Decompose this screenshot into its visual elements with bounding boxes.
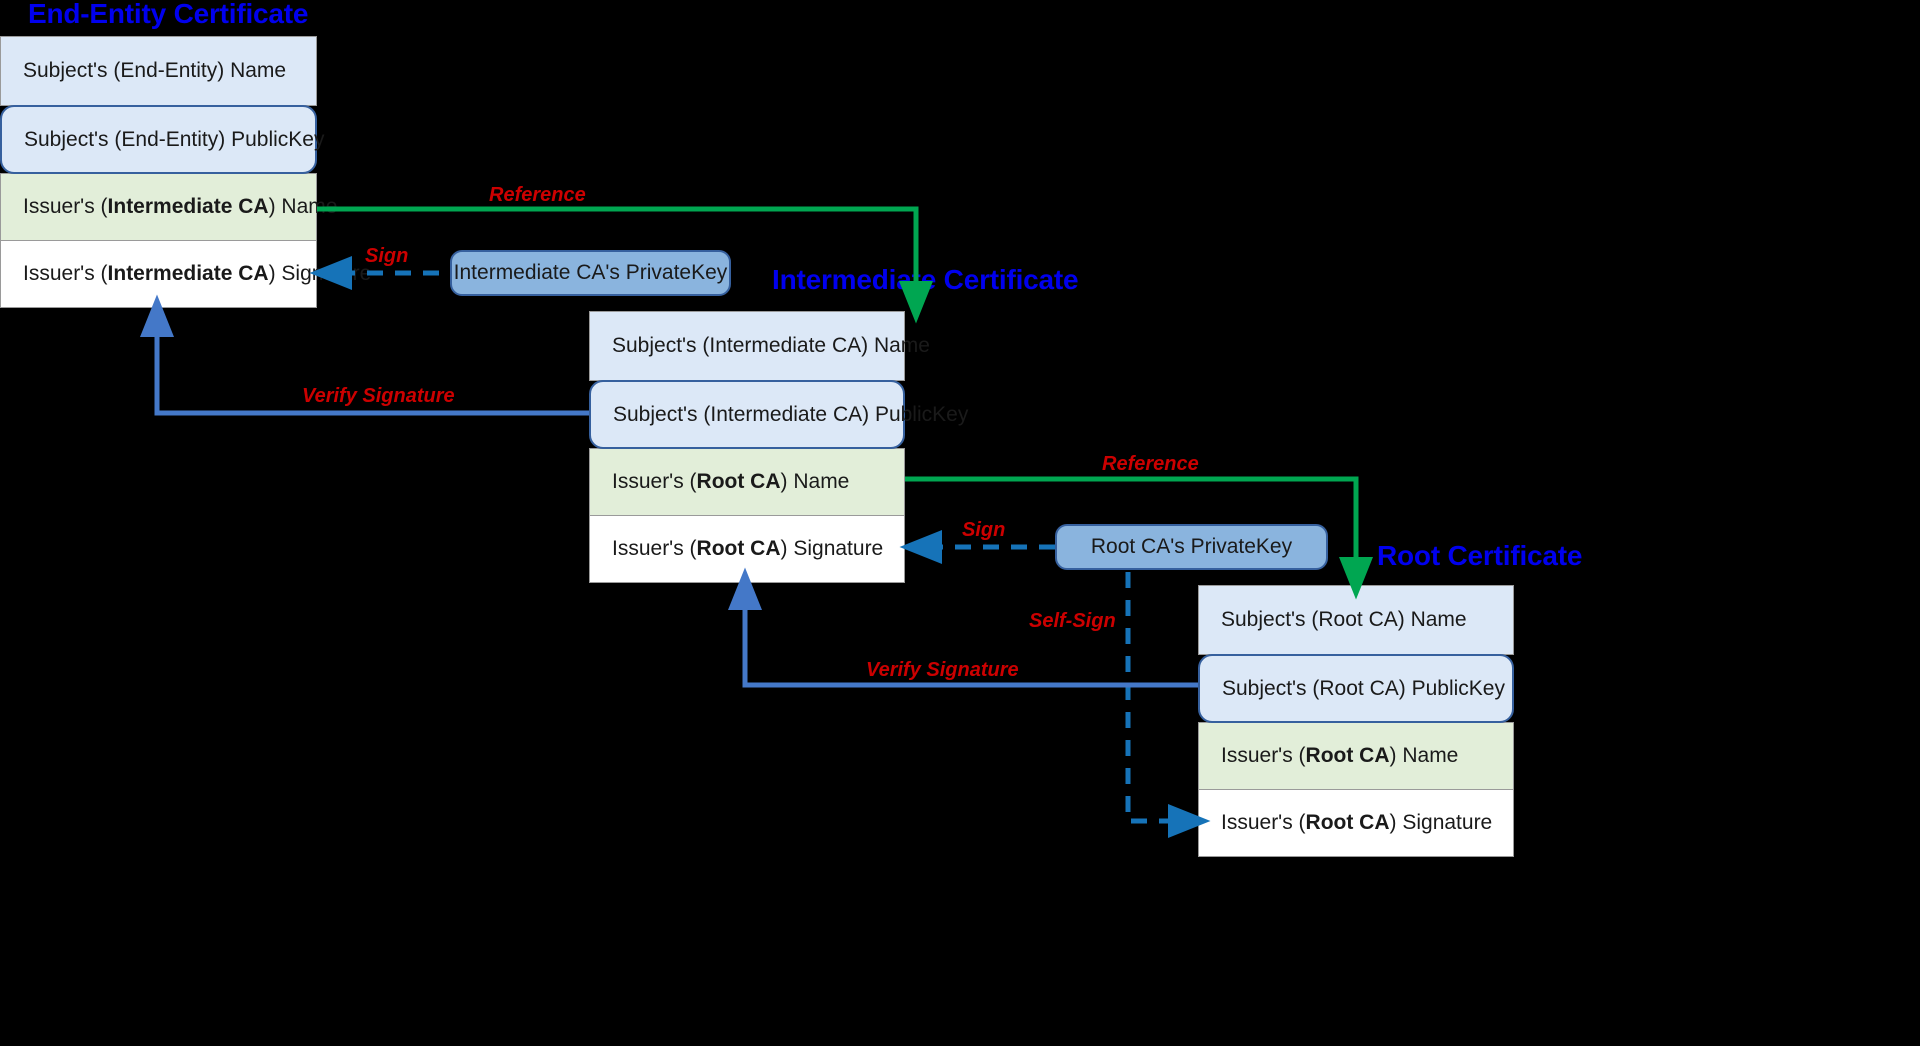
cert-row-subject-name: Subject's (Intermediate CA) Name xyxy=(589,311,930,381)
cert-row-issuer-signature: Issuer's (Intermediate CA) Signature xyxy=(0,240,371,308)
edge-label-verify-intermediate: Verify Signature xyxy=(302,385,455,407)
private-key-label: Root CA's PrivateKey xyxy=(1090,535,1293,558)
private-key-root: Root CA's PrivateKey xyxy=(1055,524,1328,570)
edge-label-reference-root: Reference xyxy=(1102,453,1199,475)
cert-row-label: Issuer's (Root CA) Signature xyxy=(612,537,884,560)
certificate-end-entity: Subject's (End-Entity) Name Subject's (E… xyxy=(0,36,371,308)
cert-row-label: Issuer's (Root CA) Name xyxy=(612,470,850,493)
edge-label-self-sign-root: Self-Sign xyxy=(1029,610,1116,632)
cert-row-subject-name: Subject's (End-Entity) Name xyxy=(0,36,317,106)
edge-label-sign-root: Sign xyxy=(962,519,1006,541)
cert-row-label: Issuer's (Root CA) Signature xyxy=(1221,811,1493,834)
cert-title-end-entity: End-Entity Certificate xyxy=(28,0,309,29)
edge-label-reference-intermediate: Reference xyxy=(489,184,586,206)
cert-row-issuer-signature: Issuer's (Root CA) Signature xyxy=(1198,789,1514,857)
cert-row-label: Subject's (Intermediate CA) Name xyxy=(612,334,930,357)
cert-row-label: Subject's (Intermediate CA) PublicKey xyxy=(613,402,969,426)
edge-label-verify-root: Verify Signature xyxy=(866,659,1019,681)
cert-row-subject-publickey: Subject's (Intermediate CA) PublicKey xyxy=(589,380,968,449)
private-key-label: Intermediate CA's PrivateKey xyxy=(453,261,728,284)
cert-row-label: Subject's (End-Entity) PublicKey xyxy=(24,127,325,151)
cert-row-label: Issuer's (Intermediate CA) Signature xyxy=(23,262,372,285)
cert-row-issuer-name: Issuer's (Intermediate CA) Name xyxy=(0,173,337,241)
cert-row-label: Subject's (End-Entity) Name xyxy=(23,59,287,82)
cert-row-issuer-name: Issuer's (Root CA) Name xyxy=(589,448,905,516)
cert-title-root: Root Certificate xyxy=(1377,540,1583,571)
cert-row-label: Subject's (Root CA) Name xyxy=(1221,608,1467,631)
cert-row-label: Issuer's (Root CA) Name xyxy=(1221,744,1459,767)
certificate-intermediate: Subject's (Intermediate CA) Name Subject… xyxy=(589,311,968,583)
cert-row-subject-publickey: Subject's (End-Entity) PublicKey xyxy=(0,105,324,174)
edge-label-sign-intermediate: Sign xyxy=(365,245,409,267)
cert-row-issuer-name: Issuer's (Root CA) Name xyxy=(1198,722,1514,790)
cert-row-issuer-signature: Issuer's (Root CA) Signature xyxy=(589,515,905,583)
cert-row-label: Subject's (Root CA) PublicKey xyxy=(1222,676,1505,700)
cert-row-subject-publickey: Subject's (Root CA) PublicKey xyxy=(1198,654,1514,723)
cert-title-intermediate: Intermediate Certificate xyxy=(772,264,1079,295)
cert-row-label: Issuer's (Intermediate CA) Name xyxy=(23,195,338,218)
certificate-root: Subject's (Root CA) Name Subject's (Root… xyxy=(1198,585,1514,857)
cert-row-subject-name: Subject's (Root CA) Name xyxy=(1198,585,1514,655)
self-sign-edge-root xyxy=(1125,572,1211,838)
private-key-intermediate: Intermediate CA's PrivateKey xyxy=(450,250,731,296)
diagram-canvas: End-Entity Certificate Intermediate Cert… xyxy=(0,0,1920,1046)
